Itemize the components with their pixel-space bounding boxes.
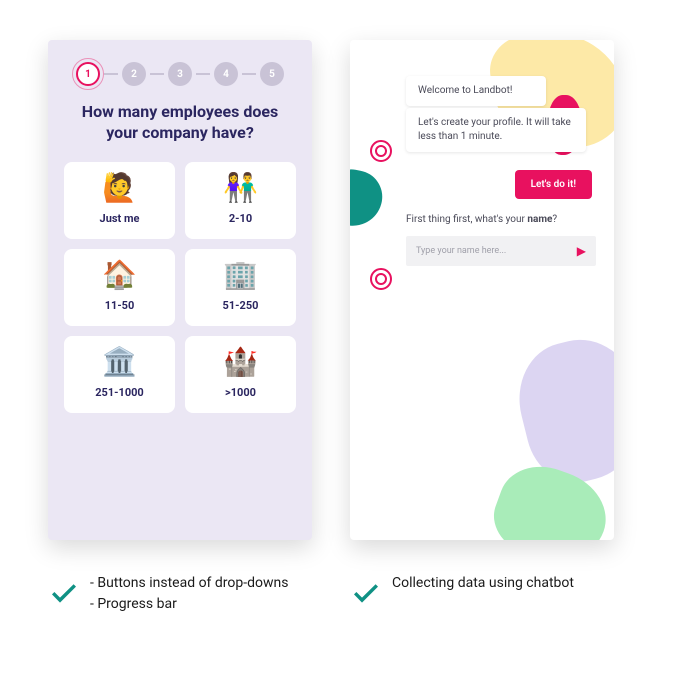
lets-do-it-button[interactable]: Let's do it! <box>515 170 592 199</box>
step-2[interactable]: 2 <box>122 62 146 86</box>
caption-line: - Progress bar <box>90 595 288 614</box>
screens-row: 1 2 3 4 5 How many employees does your c… <box>0 0 700 560</box>
caption-text: Collecting data using chatbot <box>392 574 574 616</box>
step-5[interactable]: 5 <box>260 62 284 86</box>
progress-steps: 1 2 3 4 5 <box>64 62 296 86</box>
step-4[interactable]: 4 <box>214 62 238 86</box>
send-icon[interactable]: ▶ <box>577 244 586 258</box>
house-icon: 🏠 <box>68 261 171 289</box>
question-text: How many employees does your company hav… <box>64 102 296 144</box>
option-2-10[interactable]: 👫 2-10 <box>185 162 296 239</box>
classical-building-icon: 🏛️ <box>68 348 171 376</box>
couple-icon: 👫 <box>189 174 292 202</box>
option-1000-plus[interactable]: 🏰 >1000 <box>185 336 296 413</box>
step-3[interactable]: 3 <box>168 62 192 86</box>
option-label: Just me <box>68 212 171 225</box>
option-label: >1000 <box>189 386 292 399</box>
survey-screen: 1 2 3 4 5 How many employees does your c… <box>48 40 312 540</box>
captions-row: - Buttons instead of drop-downs - Progre… <box>0 560 700 630</box>
office-building-icon: 🏢 <box>189 261 292 289</box>
decorative-blob <box>507 328 614 493</box>
option-label: 51-250 <box>189 299 292 312</box>
caption-line: Collecting data using chatbot <box>392 574 574 593</box>
input-placeholder: Type your name here... <box>416 246 577 256</box>
step-connector <box>104 73 118 75</box>
chatbot-screen: Welcome to Landbot! Let's create your pr… <box>350 40 614 540</box>
option-51-250[interactable]: 🏢 51-250 <box>185 249 296 326</box>
option-label: 2-10 <box>189 212 292 225</box>
left-caption: - Buttons instead of drop-downs - Progre… <box>48 574 312 616</box>
welcome-bubble: Welcome to Landbot! <box>406 76 546 106</box>
prompt-bold: name <box>527 214 552 225</box>
bot-avatar-icon <box>370 140 392 162</box>
option-11-50[interactable]: 🏠 11-50 <box>64 249 175 326</box>
prompt-suffix: ? <box>552 214 557 225</box>
caption-text: - Buttons instead of drop-downs - Progre… <box>90 574 288 616</box>
checkmark-icon <box>350 576 382 608</box>
prompt-prefix: First thing first, what's your <box>406 214 527 225</box>
step-1[interactable]: 1 <box>76 62 100 86</box>
checkmark-icon <box>48 576 80 608</box>
right-caption: Collecting data using chatbot <box>350 574 614 616</box>
intro-bubble: Let's create your profile. It will take … <box>406 108 586 152</box>
bot-avatar-icon <box>370 268 392 290</box>
option-label: 251-1000 <box>68 386 171 399</box>
options-grid: 🙋 Just me 👫 2-10 🏠 11-50 🏢 51-250 🏛️ 251… <box>64 162 296 413</box>
name-input[interactable]: Type your name here... ▶ <box>406 236 596 266</box>
name-prompt: First thing first, what's your name? <box>406 214 557 225</box>
option-label: 11-50 <box>68 299 171 312</box>
person-raising-hand-icon: 🙋 <box>68 174 171 202</box>
step-connector <box>242 73 256 75</box>
step-connector <box>150 73 164 75</box>
caption-line: - Buttons instead of drop-downs <box>90 574 288 593</box>
decorative-blob <box>350 166 386 231</box>
option-251-1000[interactable]: 🏛️ 251-1000 <box>64 336 175 413</box>
option-just-me[interactable]: 🙋 Just me <box>64 162 175 239</box>
step-connector <box>196 73 210 75</box>
castle-icon: 🏰 <box>189 348 292 376</box>
